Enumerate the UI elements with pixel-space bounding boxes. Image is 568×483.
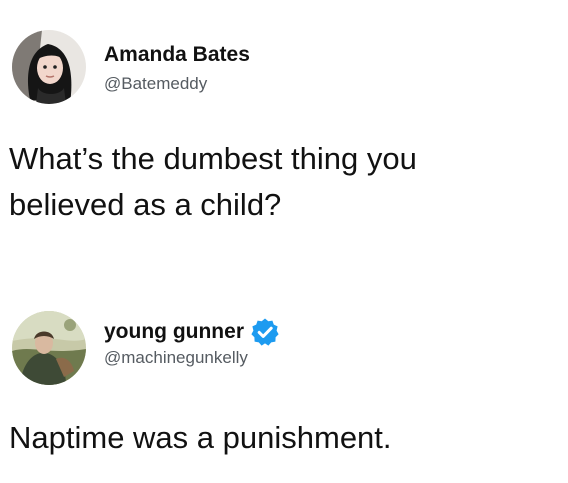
- author-handle[interactable]: @Batemeddy: [104, 74, 207, 94]
- author-name-row: young gunner: [104, 317, 280, 347]
- author-name-row: Amanda Bates: [104, 43, 250, 67]
- man-outdoor-avatar-icon: [12, 311, 86, 385]
- author-display-name[interactable]: Amanda Bates: [104, 43, 250, 67]
- user-avatar-young-gunner[interactable]: [12, 311, 86, 385]
- tweet-body-line-1: Naptime was a punishment.: [9, 420, 392, 455]
- tweet-body: Naptime was a punishment.: [9, 415, 557, 461]
- verified-badge-icon: [250, 317, 280, 347]
- tweet-body-line-1: What’s the dumbest thing you: [9, 141, 417, 176]
- woman-portrait-avatar-icon: [12, 30, 86, 104]
- user-avatar-amanda[interactable]: [12, 30, 86, 104]
- tweet-body-line-2: believed as a child?: [9, 187, 282, 222]
- author-handle[interactable]: @machinegunkelly: [104, 348, 248, 368]
- tweet-body: What’s the dumbest thing you believed as…: [9, 136, 557, 228]
- author-display-name[interactable]: young gunner: [104, 320, 244, 344]
